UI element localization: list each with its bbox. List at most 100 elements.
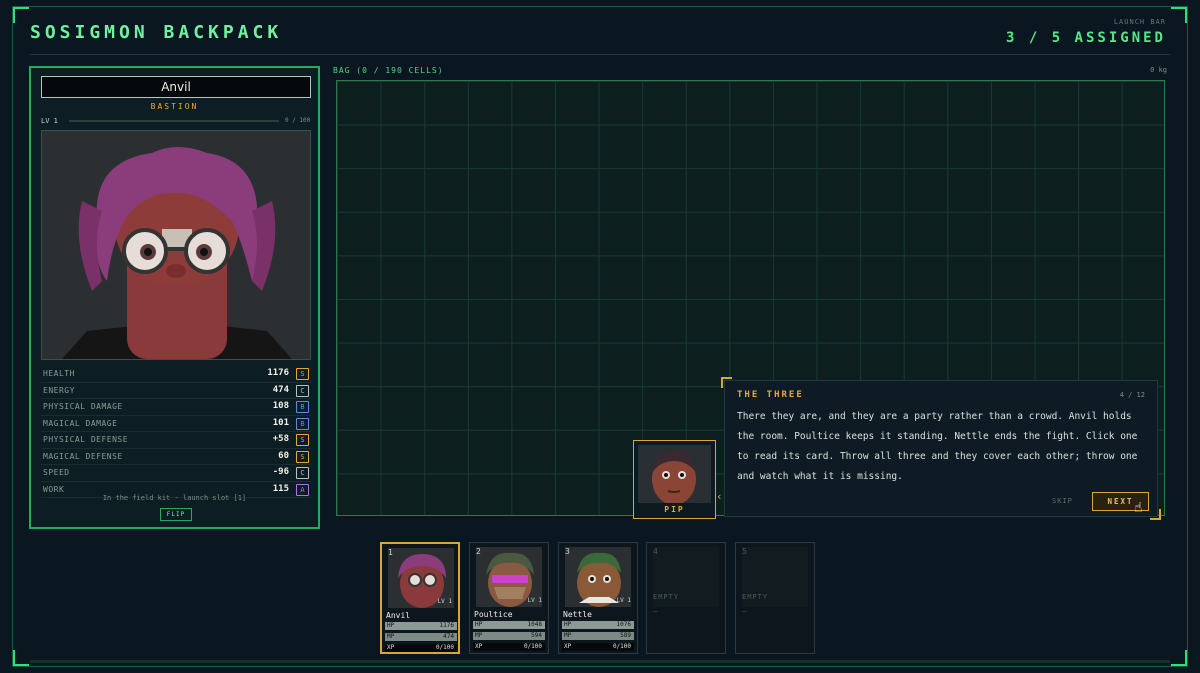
tutorial-dialog: THE THREE 4 / 12 There they are, and the… bbox=[721, 377, 1161, 520]
speaker-face bbox=[638, 445, 711, 503]
stat-value: 474 bbox=[272, 384, 289, 395]
assigned-count: 3 / 5 ASSIGNED bbox=[1005, 30, 1166, 46]
stat-value: -96 bbox=[272, 467, 289, 477]
hp-label: HP bbox=[564, 621, 572, 628]
hp-label: HP bbox=[475, 621, 483, 628]
xp-text: 0 / 100 bbox=[285, 117, 311, 124]
flip-button[interactable]: FLIP bbox=[160, 508, 192, 521]
stat-label: MAGICAL DAMAGE bbox=[43, 418, 118, 428]
dialog-page-counter: 4 / 12 bbox=[1119, 391, 1145, 399]
stat-value: 60 bbox=[278, 450, 289, 461]
party-slot-3[interactable]: 3 LV 1 Nettle HP 1076 MP 589 XP 0/100 bbox=[558, 542, 638, 654]
party-slot-2[interactable]: 2 LV 1 Poultice HP 1048 MP 594 XP 0/100 bbox=[469, 542, 549, 654]
hp-value: 1176 bbox=[439, 622, 454, 629]
pip-art bbox=[638, 445, 711, 503]
hp-bar: HP 1176 bbox=[385, 622, 457, 630]
stat-label: PHYSICAL DEFENSE bbox=[43, 435, 129, 444]
mouse-cursor-icon: ☝ bbox=[1134, 500, 1143, 516]
mp-value: 589 bbox=[620, 632, 631, 639]
mp-label: MP bbox=[564, 632, 572, 639]
hp-bar: HP 1076 bbox=[562, 621, 634, 629]
dialog-corner bbox=[1150, 509, 1161, 520]
frame-corner bbox=[1171, 7, 1187, 23]
stats-list: HEALTH 1176 S ENERGY 474 C PHYSICAL DAMAGE 10… bbox=[41, 366, 311, 498]
stat-value: +58 bbox=[272, 434, 289, 444]
portrait-art bbox=[42, 131, 310, 359]
stat-label: PHYSICAL DAMAGE bbox=[43, 402, 123, 411]
mp-label: MP bbox=[387, 633, 395, 640]
xp-bar: XP 0/100 bbox=[473, 643, 545, 651]
stat-label: WORK bbox=[43, 484, 65, 494]
stat-label: ENERGY bbox=[43, 385, 75, 395]
character-portrait[interactable]: ᚱ ᚺ ᚾ bbox=[41, 130, 311, 360]
stat-grade: S bbox=[296, 368, 309, 380]
mp-bar: MP 594 bbox=[473, 632, 545, 640]
hp-value: 1076 bbox=[616, 621, 631, 628]
character-name: Anvil bbox=[41, 76, 311, 98]
stat-value: 115 bbox=[272, 483, 289, 494]
speaker-portrait: PIP bbox=[633, 440, 716, 519]
xp-label: XP bbox=[387, 644, 395, 651]
character-role: BASTION bbox=[150, 102, 199, 111]
rune-badge: ᚱ ᚺ ᚾ bbox=[296, 359, 311, 360]
stat-row-energy: ENERGY 474 C bbox=[41, 383, 311, 399]
member-name: Nettle bbox=[563, 610, 592, 619]
stat-grade: B bbox=[296, 417, 309, 430]
frame-corner bbox=[13, 7, 29, 23]
member-name: Anvil bbox=[386, 611, 411, 620]
chevron-left-icon: ‹ bbox=[716, 490, 723, 503]
party-slot-5[interactable]: 5 EMPTY — bbox=[735, 542, 815, 654]
member-level: LV 1 bbox=[437, 598, 452, 605]
slot-number: 2 bbox=[476, 547, 481, 556]
empty-label: EMPTY bbox=[653, 593, 680, 601]
party-slot-4[interactable]: 4 EMPTY — bbox=[646, 542, 726, 654]
frame-corner bbox=[1171, 650, 1187, 666]
mp-label: MP bbox=[475, 632, 483, 639]
frame-corner bbox=[13, 650, 29, 666]
stat-value: 101 bbox=[272, 417, 289, 428]
stat-value: 1176 bbox=[267, 368, 289, 378]
stat-value: 108 bbox=[272, 401, 289, 411]
stat-row-magical-defense: MAGICAL DEFENSE 60 S bbox=[41, 449, 311, 465]
empty-dash: — bbox=[653, 607, 658, 616]
stat-grade: S bbox=[296, 434, 309, 446]
slot-number: 1 bbox=[388, 548, 393, 557]
stat-row-health: HEALTH 1176 S bbox=[41, 366, 311, 383]
stat-grade: S bbox=[296, 450, 309, 463]
stat-grade: C bbox=[296, 384, 309, 397]
empty-dash: — bbox=[742, 607, 747, 616]
stat-label: MAGICAL DEFENSE bbox=[43, 451, 123, 461]
hp-label: HP bbox=[387, 622, 395, 629]
header-divider bbox=[30, 54, 1170, 55]
xp-value: 0/100 bbox=[523, 643, 542, 650]
mp-bar: MP 474 bbox=[385, 633, 457, 641]
party-slot-1[interactable]: 1 LV 1 Anvil HP 1176 MP 474 XP 0/100 bbox=[380, 542, 460, 654]
xp-label: XP bbox=[564, 643, 572, 650]
member-level: LV 1 bbox=[616, 597, 631, 604]
xp-value: 0/100 bbox=[435, 644, 454, 651]
stat-row-physical-defense: PHYSICAL DEFENSE +58 S bbox=[41, 432, 311, 449]
field-kit-status: In the field kit - launch slot [1] bbox=[102, 494, 247, 502]
mp-value: 594 bbox=[531, 632, 542, 639]
slot-number: 3 bbox=[565, 547, 570, 556]
stat-grade: B bbox=[296, 401, 309, 413]
stat-row-magical-damage: MAGICAL DAMAGE 101 B bbox=[41, 416, 311, 432]
bag-label: BAG (0 / 190 CELLS) bbox=[333, 66, 444, 75]
xp-bar bbox=[69, 120, 279, 122]
stat-grade: C bbox=[296, 467, 309, 479]
xp-bar: XP 0/100 bbox=[385, 644, 457, 652]
speaker-name: PIP bbox=[664, 505, 685, 514]
xp-bar: XP 0/100 bbox=[562, 643, 634, 651]
stat-label: HEALTH bbox=[43, 369, 75, 378]
launch-bar-label: LAUNCH BAR bbox=[1113, 18, 1166, 26]
hp-bar: HP 1048 bbox=[473, 621, 545, 629]
slot-number: 4 bbox=[653, 547, 658, 556]
empty-label: EMPTY bbox=[742, 593, 769, 601]
page-title: SOSIGMON BACKPACK bbox=[30, 22, 283, 43]
mp-value: 474 bbox=[443, 633, 454, 640]
slot-number: 5 bbox=[742, 547, 747, 556]
skip-button[interactable]: SKIP bbox=[1052, 497, 1073, 505]
stat-row-physical-damage: PHYSICAL DAMAGE 108 B bbox=[41, 399, 311, 416]
stat-label: SPEED bbox=[43, 468, 70, 477]
dialog-body: There they are, and they are a party rat… bbox=[737, 411, 1138, 482]
